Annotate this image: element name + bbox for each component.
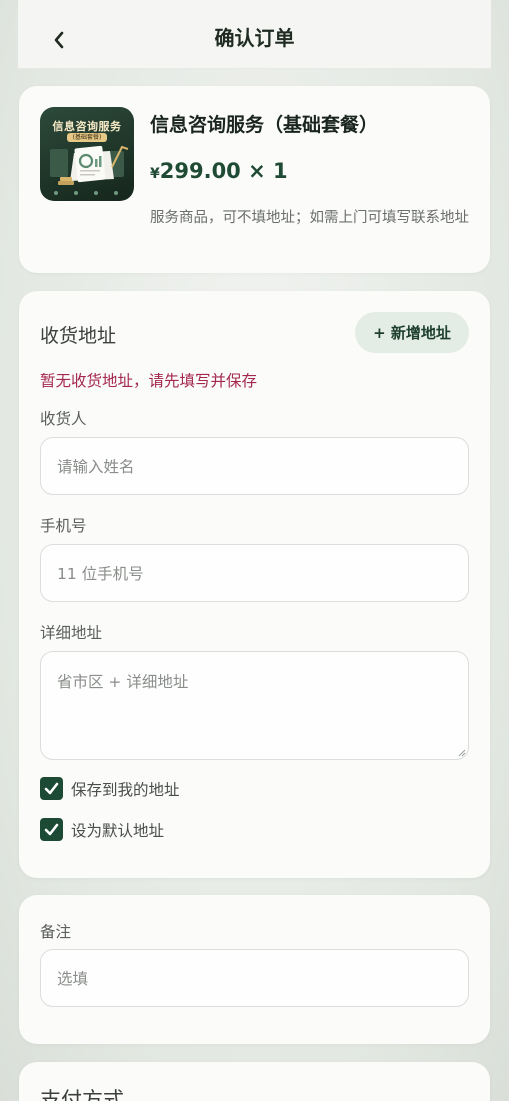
checkmark-icon bbox=[44, 782, 59, 795]
product-card: 信息咨询服务 (基础套餐) 信息咨询服务（基础套餐） ¥299.00 × 1 服… bbox=[19, 86, 490, 273]
detail-address-textarea[interactable]: 省市区 + 详细地址 bbox=[40, 651, 469, 760]
detail-address-placeholder: 省市区 + 详细地址 bbox=[57, 673, 189, 691]
add-address-button[interactable]: + 新增地址 bbox=[355, 312, 469, 353]
address-card: 收货地址 + 新增地址 暂无收货地址，请先填写并保存 收货人 请输入姓名 手机号… bbox=[19, 291, 490, 878]
receiver-label: 收货人 bbox=[40, 410, 87, 428]
checkmark-icon bbox=[44, 823, 59, 836]
resize-grip-icon[interactable] bbox=[458, 749, 466, 757]
address-section-title: 收货地址 bbox=[40, 325, 117, 347]
phone-input[interactable]: 11 位手机号 bbox=[40, 544, 469, 602]
report-illustration-icon bbox=[50, 145, 129, 195]
save-address-checkbox[interactable] bbox=[40, 777, 63, 800]
save-address-label: 保存到我的地址 bbox=[71, 780, 180, 799]
phone-label: 手机号 bbox=[40, 517, 87, 535]
remark-input[interactable]: 选填 bbox=[40, 949, 469, 1007]
top-bar: 确认订单 bbox=[18, 0, 491, 69]
payment-section-title: 支付方式 bbox=[40, 1088, 124, 1101]
payment-card: 支付方式 bbox=[19, 1062, 490, 1101]
default-address-checkbox-row[interactable]: 设为默认地址 bbox=[40, 818, 164, 841]
detail-address-label: 详细地址 bbox=[40, 624, 103, 642]
product-name: 信息咨询服务（基础套餐） bbox=[150, 114, 379, 136]
save-address-checkbox-row[interactable]: 保存到我的地址 bbox=[40, 777, 180, 800]
page-title: 确认订单 bbox=[214, 26, 295, 50]
receiver-input[interactable]: 请输入姓名 bbox=[40, 437, 469, 495]
default-address-checkbox[interactable] bbox=[40, 818, 63, 841]
default-address-label: 设为默认地址 bbox=[71, 821, 165, 840]
product-image: 信息咨询服务 (基础套餐) bbox=[40, 107, 134, 201]
remark-card: 备注 选填 bbox=[19, 895, 490, 1044]
product-price: ¥299.00 × 1 bbox=[150, 159, 288, 183]
currency-symbol: ¥ bbox=[150, 166, 160, 182]
no-address-warning: 暂无收货地址，请先填写并保存 bbox=[40, 372, 258, 390]
price-quantity: 299.00 × 1 bbox=[159, 159, 288, 183]
product-note: 服务商品，可不填地址；如需上门可填写联系地址 bbox=[150, 210, 469, 226]
remark-label: 备注 bbox=[40, 923, 72, 941]
